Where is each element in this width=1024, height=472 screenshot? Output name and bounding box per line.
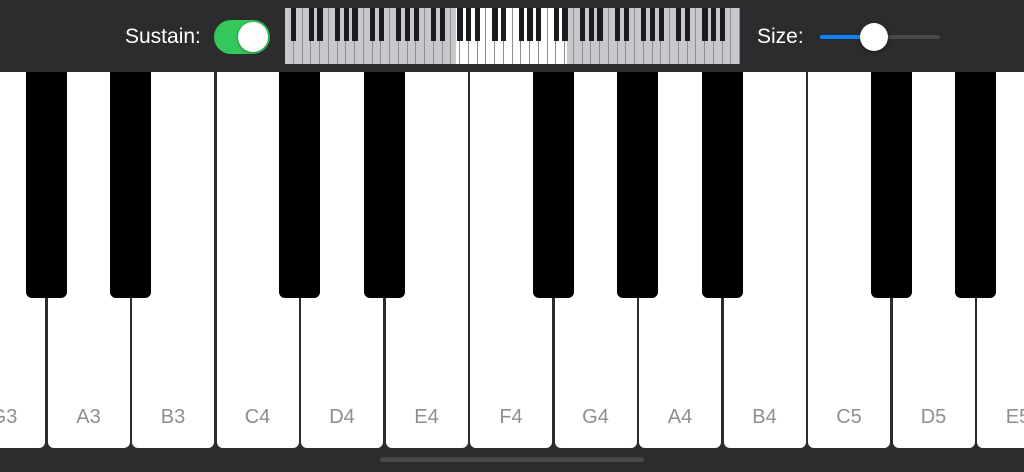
black-key-a4-sharp[interactable] [701, 72, 743, 298]
minimap-black-key [518, 8, 524, 41]
minimap-black-key [466, 8, 472, 41]
minimap-black-key [474, 8, 481, 41]
toolbar: Sustain: Size: [0, 0, 1024, 72]
sustain-toggle[interactable] [214, 20, 270, 54]
white-key-label: D5 [920, 406, 947, 428]
black-key-d5-sharp[interactable] [955, 72, 997, 298]
white-key-label: B4 [752, 406, 777, 428]
sustain-label: Sustain: [125, 25, 201, 48]
minimap-black-key [702, 8, 708, 41]
minimap-black-key [614, 8, 621, 41]
black-key-c4-sharp[interactable] [279, 72, 321, 298]
white-key-label: C4 [244, 406, 271, 428]
white-key-label: A4 [667, 406, 693, 428]
white-key-label: G4 [582, 406, 609, 428]
black-key-d4-sharp[interactable] [363, 72, 405, 298]
minimap-black-key [431, 8, 437, 41]
minimap-black-key [492, 8, 498, 41]
minimap-black-key [711, 8, 717, 41]
sustain-toggle-knob[interactable] [238, 22, 268, 52]
minimap-black-key [291, 8, 297, 41]
black-key-a3-sharp[interactable] [110, 72, 152, 298]
minimap-black-key [457, 8, 463, 41]
black-key-g3-sharp[interactable] [25, 72, 67, 298]
minimap-black-key [641, 8, 647, 41]
minimap-white-key [731, 8, 740, 64]
black-key-g4-sharp[interactable] [617, 72, 659, 298]
minimap-black-key [413, 8, 419, 41]
keyboard-minimap[interactable] [285, 8, 740, 64]
minimap-black-key [579, 8, 586, 41]
white-key-label: F4 [499, 406, 523, 428]
minimap-black-key [396, 8, 402, 41]
minimap-black-key [536, 8, 542, 41]
size-slider-thumb[interactable] [860, 23, 888, 51]
size-slider[interactable] [820, 20, 940, 54]
minimap-black-key [649, 8, 656, 41]
home-indicator [380, 457, 644, 462]
minimap-black-key [527, 8, 533, 41]
minimap-black-key [553, 8, 559, 41]
minimap-black-key [501, 8, 507, 41]
white-key-label: C5 [836, 406, 862, 428]
white-key-label: D4 [329, 406, 355, 428]
minimap-black-key [404, 8, 411, 41]
minimap-black-key [658, 8, 664, 41]
minimap-black-key [684, 8, 691, 41]
minimap-black-key [588, 8, 594, 41]
minimap-black-key [369, 8, 376, 41]
minimap-black-key [676, 8, 682, 41]
minimap-black-key [343, 8, 349, 41]
white-key-label: A3 [76, 406, 101, 428]
minimap-black-key [378, 8, 384, 41]
size-label: Size: [757, 25, 804, 48]
minimap-black-key [334, 8, 341, 41]
minimap-black-key [719, 8, 726, 41]
minimap-black-key [308, 8, 314, 41]
minimap-black-key [317, 8, 323, 41]
minimap-black-key [439, 8, 446, 41]
minimap-black-key [352, 8, 358, 41]
white-key-label: B3 [160, 406, 186, 428]
white-key-label: G3 [0, 406, 18, 428]
white-key-label: E5 [1005, 406, 1024, 428]
black-key-f4-sharp[interactable] [532, 72, 574, 298]
minimap-black-key [597, 8, 603, 41]
minimap-black-key [562, 8, 568, 41]
piano-keyboard[interactable]: G3 A3 B3 C4 D4 E4 F4 G4 A4 B4 C5 D5 E5 [0, 72, 1024, 472]
white-key-label: E4 [414, 406, 439, 428]
black-key-c5-sharp[interactable] [870, 72, 912, 298]
minimap-black-key [623, 8, 629, 41]
